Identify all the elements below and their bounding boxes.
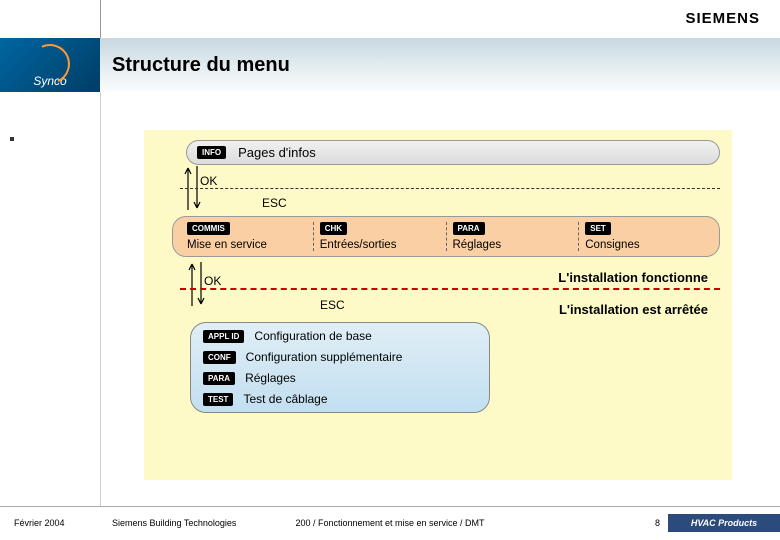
col-para: PARA Réglages [447, 222, 579, 251]
test-label: Test de câblage [243, 392, 327, 406]
level3-pill: APPL ID Configuration de base CONF Confi… [190, 322, 490, 413]
footer: Février 2004 Siemens Building Technologi… [0, 506, 780, 540]
ok-label-1: OK [200, 174, 217, 188]
conf-label: Configuration supplémentaire [246, 350, 403, 364]
content: INFO Pages d'infos OK ESC COMMIS Mise en… [0, 92, 780, 506]
level1-info: INFO Pages d'infos [186, 140, 720, 165]
commis-label: Mise en service [187, 239, 267, 251]
header: SIEMENS [0, 0, 780, 38]
para-label: Réglages [453, 239, 502, 251]
lcd-badge-conf: CONF [203, 351, 236, 364]
lcd-badge-set: SET [585, 222, 611, 235]
content-divider [100, 92, 101, 506]
footer-brand: HVAC Products [668, 514, 780, 532]
info-label: Pages d'infos [238, 145, 316, 160]
applid-label: Configuration de base [254, 329, 371, 343]
row-applid: APPL ID Configuration de base [203, 329, 477, 343]
footer-doc: 200 / Fonctionnement et mise en service … [295, 518, 484, 528]
dashed-line-1 [180, 188, 720, 189]
lcd-badge-chk: CHK [320, 222, 347, 235]
esc-label-2: ESC [320, 298, 345, 312]
row-conf: CONF Configuration supplémentaire [203, 350, 477, 364]
para2-label: Réglages [245, 371, 296, 385]
col-chk: CHK Entrées/sorties [314, 222, 446, 251]
chk-label: Entrées/sorties [320, 239, 397, 251]
level2-pill: COMMIS Mise en service CHK Entrées/sorti… [172, 216, 720, 257]
synco-arc-icon [24, 38, 75, 89]
siemens-logo: SIEMENS [685, 10, 760, 27]
lcd-badge-para2: PARA [203, 372, 235, 385]
lcd-badge-test: TEST [203, 393, 233, 406]
col-commis: COMMIS Mise en service [181, 222, 313, 251]
status-stopped: L'installation est arrêtée [559, 302, 708, 317]
status-running: L'installation fonctionne [558, 270, 708, 285]
lcd-badge-applid: APPL ID [203, 330, 244, 343]
lcd-badge-para: PARA [453, 222, 485, 235]
row-test: TEST Test de câblage [203, 392, 477, 406]
footer-divider [0, 506, 780, 507]
set-label: Consignes [585, 239, 639, 251]
footer-date: Février 2004 [14, 518, 65, 528]
menu-diagram: INFO Pages d'infos OK ESC COMMIS Mise en… [144, 130, 732, 480]
row-para2: PARA Réglages [203, 371, 477, 385]
level3-panel: APPL ID Configuration de base CONF Confi… [190, 322, 490, 413]
level2-row: COMMIS Mise en service CHK Entrées/sorti… [172, 216, 720, 257]
esc-label-1: ESC [262, 196, 287, 210]
ok-label-2: OK [204, 274, 221, 288]
title-bar: Structure du menu [100, 38, 780, 92]
lcd-badge-info: INFO [197, 146, 226, 159]
col-set: SET Consignes [579, 222, 711, 251]
footer-page: 8 [655, 518, 660, 528]
synco-logo: Synco [0, 38, 100, 92]
page-title: Structure du menu [112, 54, 290, 77]
lcd-badge-commis: COMMIS [187, 222, 230, 235]
footer-company: Siemens Building Technologies [112, 518, 236, 528]
dashed-line-2 [180, 288, 720, 290]
bullet-icon [10, 137, 14, 141]
info-pill: INFO Pages d'infos [186, 140, 720, 165]
